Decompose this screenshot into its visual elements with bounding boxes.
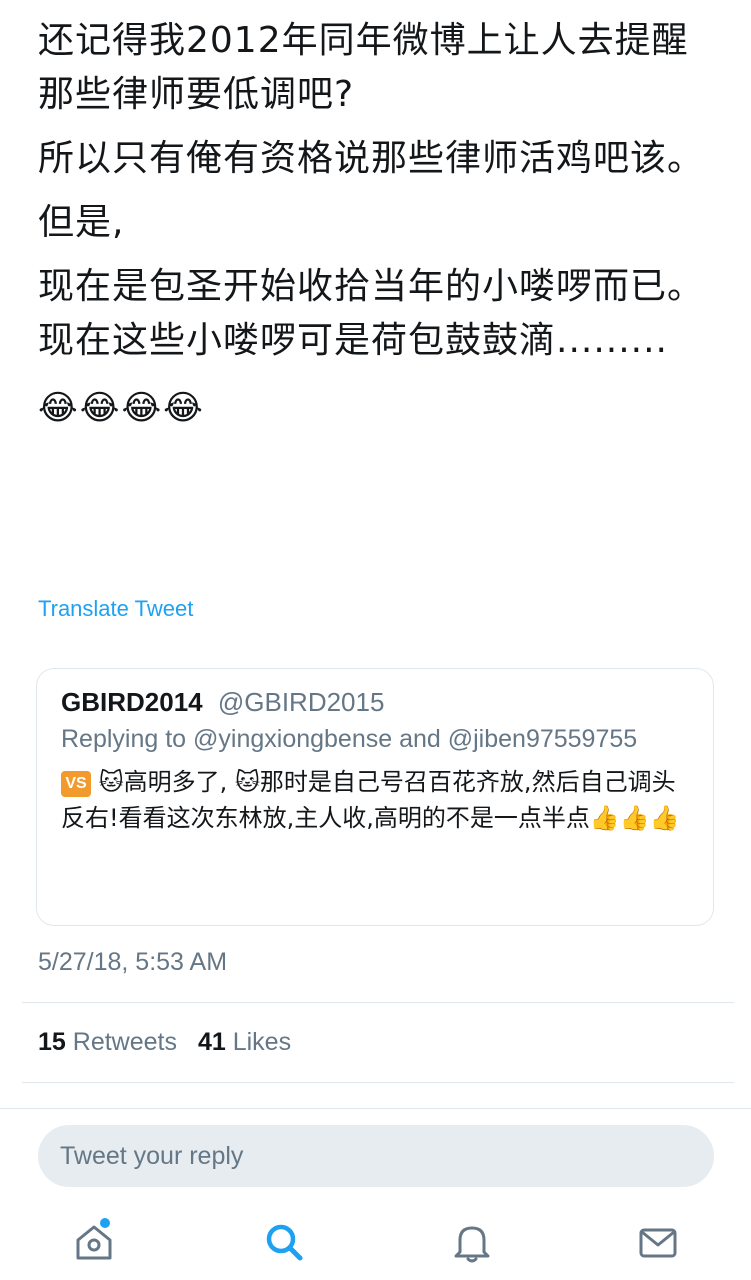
likes-count: 41 — [197, 1028, 226, 1056]
notification-dot — [100, 1218, 110, 1228]
bottom-tab-bar — [0, 1204, 751, 1280]
likes-label: Likes — [232, 1028, 292, 1056]
bell-icon — [454, 1226, 490, 1263]
notifications-tab[interactable] — [448, 1218, 496, 1266]
likes-stat[interactable]: 41 Likes — [198, 1028, 291, 1056]
divider — [22, 1082, 734, 1083]
divider — [22, 1002, 734, 1003]
search-tab[interactable] — [260, 1218, 308, 1266]
quoted-tweet-card[interactable]: GBIRD2014 @GBIRD2015 Replying to @yingxi… — [36, 668, 714, 926]
home-icon — [76, 1225, 112, 1260]
retweets-stat[interactable]: 15 Retweets — [38, 1028, 184, 1056]
tweet-text-paragraph: 还记得我2012年同年微博上让人去提醒那些律师要低调吧? — [38, 20, 689, 115]
mail-icon — [639, 1228, 677, 1258]
tweet-text-paragraph: 但是, — [38, 202, 125, 243]
tweet-emoji-row: 😂😂😂😂 — [38, 388, 205, 428]
quoted-tweet-text: VS 🐱高明多了, 🐱那时是自己号召百花齐放,然后自己调头反右!看看这次东林放,… — [61, 764, 689, 836]
tweet-text-paragraph: 所以只有俺有资格说那些律师活鸡吧该。 — [38, 138, 705, 179]
quoted-tweet-header: GBIRD2014 @GBIRD2015 — [61, 685, 689, 719]
replying-to-text: Replying to @yingxiongbense and @jiben97… — [61, 725, 638, 753]
retweets-label: Retweets — [72, 1028, 177, 1056]
quoted-display-name: GBIRD2014 — [61, 687, 203, 717]
quoted-handle: @GBIRD2015 — [217, 687, 385, 717]
vs-badge-icon: VS — [61, 771, 91, 797]
search-icon — [266, 1224, 303, 1261]
home-tab[interactable] — [70, 1218, 118, 1266]
tweet-text-paragraph: 现在是包圣开始收拾当年的小喽啰而已。现在这些小喽啰可是荷包鼓鼓滴........… — [38, 266, 705, 361]
tweet-reply-input[interactable] — [38, 1125, 714, 1187]
translate-tweet-link[interactable]: Translate Tweet — [38, 596, 193, 622]
quoted-tweet-body: 🐱高明多了, 🐱那时是自己号召百花齐放,然后自己调头反右!看看这次东林放,主人收… — [61, 768, 680, 832]
tweet-body: 还记得我2012年同年微博上让人去提醒那些律师要低调吧? 所以只有俺有资格说那些… — [38, 14, 718, 430]
tweet-timestamp: 5/27/18, 5:53 AM — [38, 948, 228, 976]
engagement-stats: 15 Retweets 41 Likes — [38, 1028, 291, 1057]
retweets-count: 15 — [38, 1028, 66, 1056]
messages-tab[interactable] — [634, 1218, 682, 1266]
reply-bar — [0, 1108, 751, 1205]
